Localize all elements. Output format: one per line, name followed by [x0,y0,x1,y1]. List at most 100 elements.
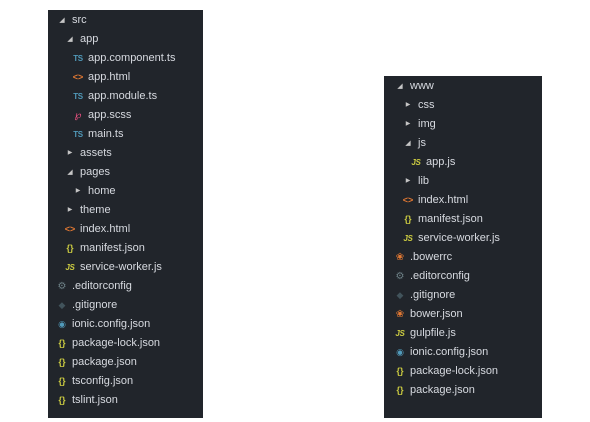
ionic-icon: ◉ [396,347,404,357]
tree-item[interactable]: ◉ ionic.config.json [48,315,203,334]
tree-item[interactable]: ▶ css [384,96,542,115]
tree-item[interactable]: {} package.json [48,353,203,372]
arrow-right-icon[interactable]: ▶ [402,96,414,115]
tree-item-label: theme [80,204,111,216]
tree-item-label: pages [80,166,110,178]
tree-item[interactable]: ▶ theme [48,201,203,220]
tree-item[interactable]: ▶ home [48,182,203,201]
tree-item-label: package.json [410,384,475,396]
json-icon: {} [58,357,66,367]
tree-item[interactable]: TS main.ts [48,125,203,144]
tree-item[interactable]: JS service-worker.js [384,229,542,248]
json-icon: {} [58,395,66,405]
ts-icon: TS [73,92,83,101]
ts-icon: TS [73,54,83,63]
tree-item[interactable]: {} package-lock.json [384,362,542,381]
arrow-down-icon[interactable]: ◢ [56,11,68,30]
tree-item[interactable]: ◢ js [384,134,542,153]
tree-item[interactable]: ◆ .gitignore [384,286,542,305]
tree-item-label: index.html [418,194,469,206]
tree-item[interactable]: ◢ app [48,30,203,49]
tree-item[interactable]: ◆ .gitignore [48,296,203,315]
tree-item-label: js [418,137,426,149]
tree-item[interactable]: ❀ .bowerrc [384,248,542,267]
tree-item[interactable]: JS gulpfile.js [384,324,542,343]
tree-item[interactable]: ▶ lib [384,172,542,191]
arrow-right-icon[interactable]: ▶ [72,182,84,201]
arrow-right-icon[interactable]: ▶ [402,172,414,191]
tree-item[interactable]: ◢ pages [48,163,203,182]
tree-item[interactable]: ◢ www [384,77,542,96]
js-icon: JS [395,329,405,338]
tree-item[interactable]: <> app.html [48,68,203,87]
gear-icon: ⚙ [395,271,405,282]
tree-item-label: service-worker.js [418,232,500,244]
tree-item[interactable]: ▶ img [384,115,542,134]
tree-item-label: index.html [80,223,131,235]
tree-item[interactable]: ⚙ .editorconfig [48,277,203,296]
tree-item[interactable]: {} manifest.json [384,210,542,229]
json-icon: {} [404,214,412,224]
json-icon: {} [66,243,74,253]
tree-item-label: lib [418,175,430,187]
tree-item[interactable]: {} tslint.json [48,391,203,410]
tree-item[interactable]: ◉ ionic.config.json [384,343,542,362]
arrow-down-icon[interactable]: ◢ [64,30,76,49]
arrow-down-icon[interactable]: ◢ [394,77,406,96]
tree-item[interactable]: TS app.module.ts [48,87,203,106]
left-file-tree: ◢ src ◢ app TS app.component.ts <> app.html TS ap… [48,10,203,418]
arrow-right-icon[interactable]: ▶ [402,115,414,134]
tree-item-label: .gitignore [410,289,456,301]
tree-item[interactable]: ⚙ .editorconfig [384,267,542,286]
tree-item[interactable]: {} package.json [384,381,542,400]
tree-item[interactable]: <> index.html [48,220,203,239]
tree-item-label: tsconfig.json [72,375,134,387]
tree-item-label: bower.json [410,308,463,320]
tree-item[interactable]: ▶ assets [48,144,203,163]
ts-icon: TS [73,130,83,139]
tree-item[interactable]: TS app.component.ts [48,49,203,68]
js-icon: JS [403,234,413,243]
tree-item[interactable]: JS service-worker.js [48,258,203,277]
html-icon: <> [402,195,414,205]
right-file-tree: ◢ www ▶ css ▶ img ◢ js JS app.js ▶ lib <> index.html {… [384,76,542,418]
tree-item-label: css [418,99,435,111]
tree-item-label: package.json [72,356,137,368]
arrow-right-icon[interactable]: ▶ [64,144,76,163]
tree-item[interactable]: ◢ src [48,11,203,30]
json-icon: {} [396,385,404,395]
tree-item[interactable]: JS app.js [384,153,542,172]
arrow-right-icon[interactable]: ▶ [64,201,76,220]
gitignore-icon: ◆ [58,300,66,310]
tree-item-label: app.scss [88,109,132,121]
tree-item[interactable]: {} tsconfig.json [48,372,203,391]
bower-icon: ❀ [395,252,405,263]
arrow-down-icon[interactable]: ◢ [402,134,414,153]
arrow-down-icon[interactable]: ◢ [64,163,76,182]
tree-item-label: src [72,14,87,26]
tree-item-label: app.component.ts [88,52,176,64]
tree-item[interactable]: <> index.html [384,191,542,210]
gear-icon: ⚙ [57,281,67,292]
tree-item-label: package-lock.json [72,337,161,349]
tree-item-label: ionic.config.json [410,346,489,358]
html-icon: <> [64,224,76,234]
json-icon: {} [58,338,66,348]
js-icon: JS [65,263,75,272]
json-icon: {} [58,376,66,386]
tree-item-label: package-lock.json [410,365,499,377]
tree-item[interactable]: {} package-lock.json [48,334,203,353]
scss-icon: ℘ [74,110,82,121]
tree-item[interactable]: ❀ bower.json [384,305,542,324]
tree-item-label: tslint.json [72,394,118,406]
json-icon: {} [396,366,404,376]
tree-item-label: .bowerrc [410,251,453,263]
tree-item-label: .editorconfig [72,280,132,292]
tree-item-label: app.html [88,71,131,83]
tree-item-label: img [418,118,436,130]
html-icon: <> [72,72,84,82]
tree-item-label: app [80,33,99,45]
tree-item[interactable]: {} manifest.json [48,239,203,258]
tree-item-label: main.ts [88,128,124,140]
tree-item[interactable]: ℘ app.scss [48,106,203,125]
